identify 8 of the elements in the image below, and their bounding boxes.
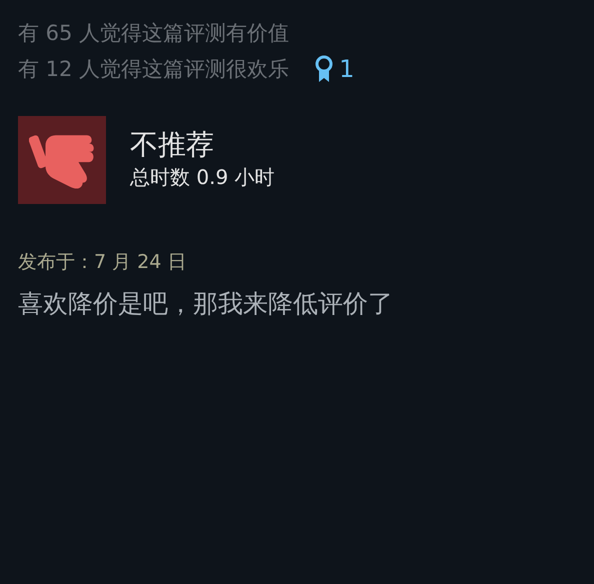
review-text: 喜欢降价是吧，那我来降低评价了: [18, 288, 394, 320]
award-ribbon-icon: [315, 55, 334, 83]
review-verdict: 不推荐: [130, 128, 215, 162]
posted-date: 发布于：7 月 24 日: [18, 250, 188, 275]
helpful-count-text: 有 65 人觉得这篇评测有价值: [18, 20, 290, 47]
award-count: 1: [339, 54, 354, 85]
helpful-count-text: 有 12 人觉得这篇评测很欢乐: [18, 56, 290, 82]
playtime-text: 总时数 0.9 小时: [130, 164, 275, 191]
